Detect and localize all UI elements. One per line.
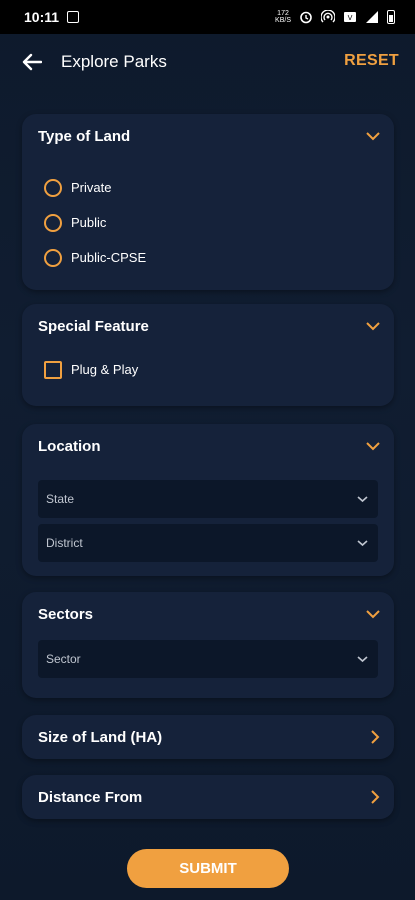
checkbox-plug-and-play[interactable]: Plug & Play	[40, 352, 378, 387]
radio-public-cpse[interactable]: Public-CPSE	[40, 240, 378, 275]
special-feature-options: Plug & Play	[40, 348, 378, 387]
location-header[interactable]: Location	[22, 424, 394, 468]
chevron-down-icon	[366, 132, 380, 141]
card-title: Size of Land (HA)	[38, 728, 163, 746]
sectors-selects: Sector	[38, 636, 378, 678]
submit-button[interactable]: SUBMIT	[127, 849, 289, 888]
volte-icon: V	[343, 10, 357, 24]
option-label: Plug & Play	[71, 362, 139, 377]
option-label: Private	[71, 180, 112, 195]
radio-button[interactable]	[44, 248, 62, 267]
chevron-right-icon	[371, 790, 380, 804]
app-bar: Explore Parks RESET	[0, 34, 415, 90]
special-feature-header[interactable]: Special Feature	[22, 304, 394, 348]
distance-from-card[interactable]: Distance From	[22, 775, 394, 819]
location-selects: State District	[38, 468, 378, 562]
card-title: Location	[38, 437, 101, 455]
radio-private[interactable]: Private	[40, 170, 378, 205]
distance-from-header[interactable]: Distance From	[22, 775, 394, 819]
reset-button[interactable]: RESET	[344, 52, 399, 70]
status-icons: 172 KB/S V	[275, 10, 395, 24]
radio-button[interactable]	[44, 178, 62, 197]
image-notification-icon	[67, 11, 80, 23]
size-of-land-card[interactable]: Size of Land (HA)	[22, 715, 394, 759]
card-title: Distance From	[38, 788, 143, 806]
sectors-card: Sectors Sector	[22, 592, 394, 698]
select-label: Sector	[46, 652, 81, 666]
chevron-down-icon	[357, 656, 368, 663]
chevron-down-icon	[366, 610, 380, 619]
chevron-right-icon	[371, 730, 380, 744]
district-select[interactable]: District	[38, 524, 378, 562]
type-of-land-options: Private Public Public-CPSE	[40, 158, 378, 275]
signal-icon	[365, 10, 379, 24]
status-bar: 10:11 172 KB/S V	[0, 0, 415, 34]
sector-select[interactable]: Sector	[38, 640, 378, 678]
state-select[interactable]: State	[38, 480, 378, 518]
chevron-down-icon	[366, 442, 380, 451]
size-of-land-header[interactable]: Size of Land (HA)	[22, 715, 394, 759]
hotspot-icon	[321, 10, 335, 24]
card-title: Type of Land	[38, 127, 131, 145]
location-card: Location State District	[22, 424, 394, 576]
card-title: Sectors	[38, 605, 94, 623]
checkbox[interactable]	[44, 360, 62, 379]
status-time: 10:11	[24, 9, 60, 25]
select-label: District	[46, 536, 83, 550]
chevron-down-icon	[366, 322, 380, 331]
back-button[interactable]	[18, 48, 46, 76]
arrow-left-icon	[22, 53, 42, 71]
select-label: State	[46, 492, 75, 506]
type-of-land-header[interactable]: Type of Land	[22, 114, 394, 158]
type-of-land-card: Type of Land Private Public Public-CPSE	[22, 114, 394, 290]
option-label: Public	[71, 215, 107, 230]
special-feature-card: Special Feature Plug & Play	[22, 304, 394, 406]
svg-text:V: V	[348, 14, 353, 22]
sectors-header[interactable]: Sectors	[22, 592, 394, 636]
chevron-down-icon	[357, 496, 368, 503]
battery-icon	[387, 10, 395, 24]
chevron-down-icon	[357, 540, 368, 547]
option-label: Public-CPSE	[71, 250, 147, 265]
page-title: Explore Parks	[61, 52, 167, 71]
radio-button[interactable]	[44, 213, 62, 232]
network-speed: 172 KB/S	[275, 10, 291, 24]
card-title: Special Feature	[38, 317, 149, 335]
alarm-icon	[299, 10, 313, 24]
radio-public[interactable]: Public	[40, 205, 378, 240]
